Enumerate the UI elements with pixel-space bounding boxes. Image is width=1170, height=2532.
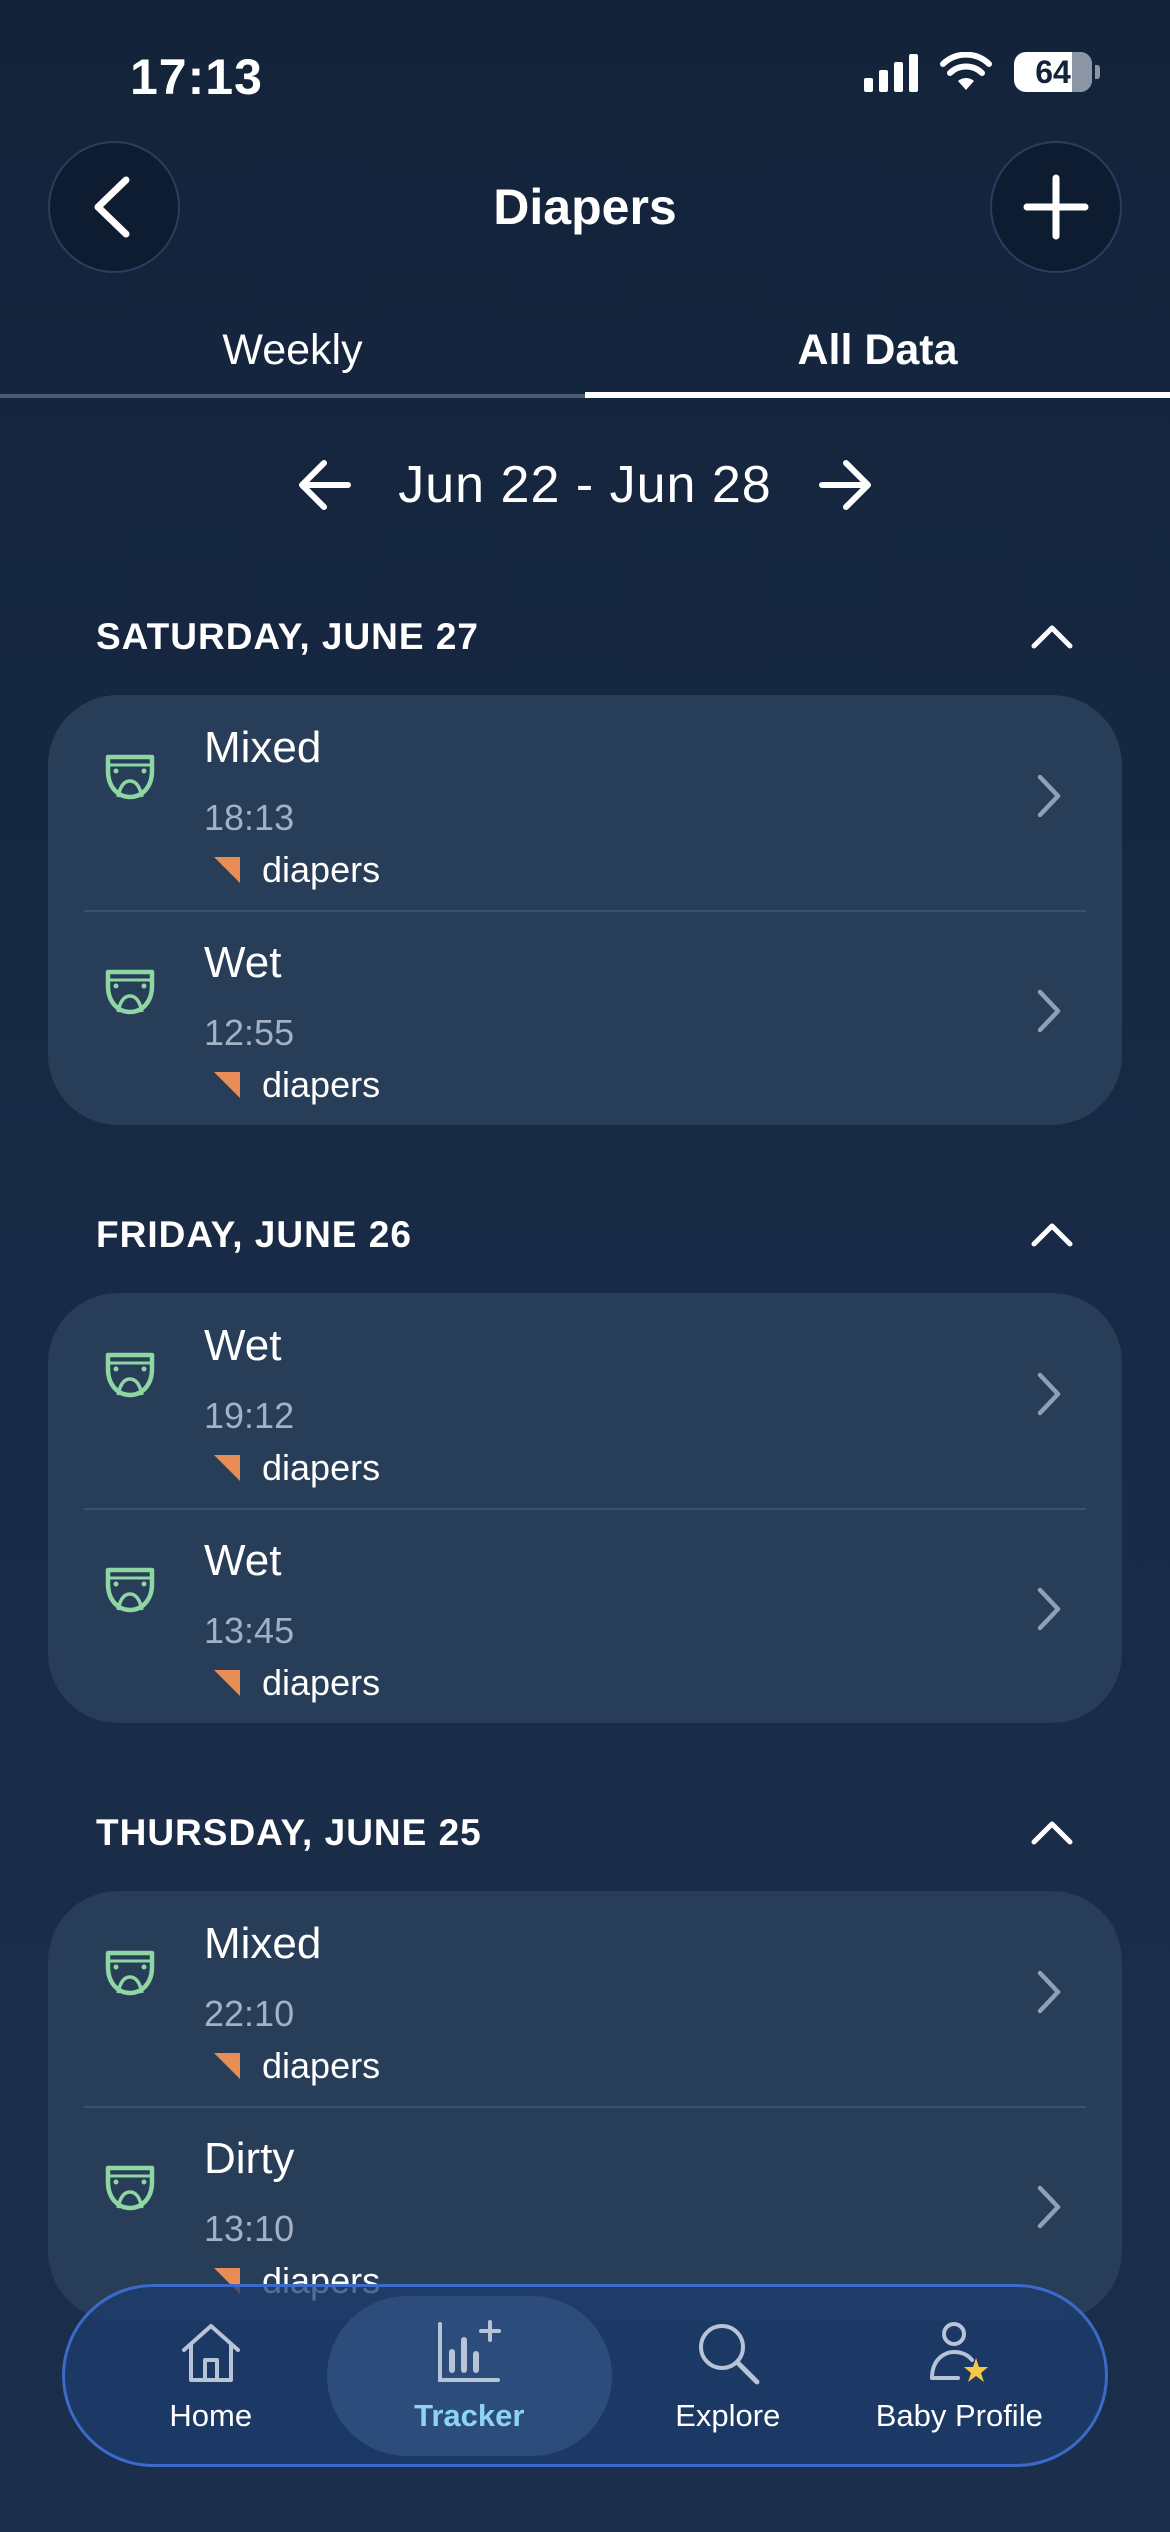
day-header[interactable]: THURSDAY, JUNE 25 — [48, 1793, 1122, 1873]
arrow-left-icon — [299, 460, 352, 510]
collapse-chevron-icon[interactable] — [1030, 622, 1074, 652]
diaper-entry-row[interactable]: Wet 19:12 diapers — [48, 1293, 1122, 1508]
diaper-entry-row[interactable]: Wet 13:45 diapers — [48, 1508, 1122, 1723]
nav-home-label: Home — [169, 2397, 253, 2433]
entry-tag: diapers — [212, 1447, 380, 1489]
nav-baby-profile-label: Baby Profile — [875, 2397, 1043, 2433]
tag-flag-icon — [214, 857, 240, 883]
entry-tag-label: diapers — [262, 1447, 381, 1488]
diaper-icon — [105, 969, 155, 1015]
nav-home[interactable]: Home — [95, 2296, 327, 2456]
arrow-right-icon — [818, 460, 871, 510]
diaper-icon — [105, 1950, 155, 1996]
chevron-right-icon — [1037, 1587, 1061, 1631]
previous-week-button[interactable] — [296, 457, 352, 513]
chevron-right-icon — [1037, 774, 1061, 818]
bottom-navigation: Home Tracker Explore Baby Profile — [62, 2284, 1108, 2467]
entry-tag-label: diapers — [262, 2045, 381, 2086]
entry-tag: diapers — [212, 849, 380, 891]
chevron-right-icon — [1037, 2185, 1061, 2229]
day-title: FRIDAY, JUNE 26 — [96, 1214, 412, 1255]
entry-time: 22:10 — [204, 1993, 295, 2034]
collapse-chevron-icon[interactable] — [1030, 1220, 1074, 1250]
status-time: 17:13 — [130, 49, 263, 105]
plus-icon — [1023, 174, 1089, 240]
entries-card: Wet 19:12 diapers Wet 13:45 diapers — [48, 1293, 1122, 1723]
add-button[interactable] — [990, 141, 1122, 273]
tab-all-data[interactable]: All Data — [585, 320, 1170, 398]
nav-explore-label: Explore — [675, 2397, 781, 2433]
week-navigator: Jun 22 - Jun 28 — [0, 455, 1170, 515]
tag-flag-icon — [214, 1670, 240, 1696]
entries-card: Mixed 22:10 diapers Dirty 13:10 diapers — [48, 1891, 1122, 2321]
entries-card: Mixed 18:13 diapers Wet 12:55 diapers — [48, 695, 1122, 1125]
entry-time: 18:13 — [204, 797, 295, 838]
chevron-right-icon — [1037, 989, 1061, 1033]
diaper-icon — [105, 1567, 155, 1613]
chevron-right-icon — [1037, 1372, 1061, 1416]
status-icons: 64 — [864, 52, 1100, 92]
battery-level: 64 — [1035, 53, 1071, 90]
screen: 17:13 64 Diapers Weekly All Data Jun 22 … — [0, 0, 1170, 2532]
entry-time: 13:45 — [204, 1610, 295, 1651]
day-section: FRIDAY, JUNE 26 Wet 19:12 diapers Wet 13:45 di… — [48, 1195, 1122, 1723]
tracker-icon — [438, 2319, 502, 2382]
day-title: SATURDAY, JUNE 27 — [96, 616, 480, 657]
diaper-icon — [105, 2165, 155, 2211]
tab-bar: Weekly All Data — [0, 320, 1170, 398]
day-section: SATURDAY, JUNE 27 Mixed 18:13 diapers Wet 12:… — [48, 597, 1122, 1125]
entry-type: Dirty — [204, 2134, 295, 2183]
entry-tag-label: diapers — [262, 1662, 381, 1703]
day-header[interactable]: FRIDAY, JUNE 26 — [48, 1195, 1122, 1275]
day-header[interactable]: SATURDAY, JUNE 27 — [48, 597, 1122, 677]
entry-tag: diapers — [212, 1064, 380, 1106]
chevron-right-icon — [1037, 1970, 1061, 2014]
next-week-button[interactable] — [818, 457, 874, 513]
nav-tracker-label: Tracker — [414, 2397, 525, 2433]
tag-flag-icon — [214, 2053, 240, 2079]
week-range-label: Jun 22 - Jun 28 — [398, 456, 772, 514]
entry-time: 19:12 — [204, 1395, 295, 1436]
home-icon — [181, 2323, 240, 2382]
diaper-icon — [105, 754, 155, 800]
nav-baby-profile[interactable]: Baby Profile — [844, 2296, 1076, 2456]
entry-type: Wet — [204, 1321, 282, 1370]
entry-tag: diapers — [212, 1662, 380, 1704]
entry-type: Mixed — [204, 723, 322, 772]
entry-tag-label: diapers — [262, 849, 381, 890]
nav-tracker[interactable]: Tracker — [326, 2295, 613, 2456]
entry-tag: diapers — [212, 2045, 380, 2087]
collapse-chevron-icon[interactable] — [1030, 1818, 1074, 1848]
entry-type: Wet — [204, 938, 282, 987]
tag-flag-icon — [214, 1072, 240, 1098]
wifi-icon — [940, 52, 992, 90]
diaper-entry-row[interactable]: Mixed 18:13 diapers — [48, 695, 1122, 910]
baby-profile-icon — [930, 2321, 989, 2382]
entry-type: Mixed — [204, 1919, 322, 1968]
tab-weekly[interactable]: Weekly — [0, 320, 585, 398]
entry-time: 12:55 — [204, 1012, 295, 1053]
entry-type: Wet — [204, 1536, 282, 1585]
search-icon — [698, 2323, 760, 2384]
tag-flag-icon — [214, 1455, 240, 1481]
entry-tag-label: diapers — [262, 1064, 381, 1105]
entry-time: 13:10 — [204, 2208, 295, 2249]
day-title: THURSDAY, JUNE 25 — [96, 1812, 482, 1853]
battery-icon: 64 — [1014, 52, 1100, 92]
nav-explore[interactable]: Explore — [612, 2296, 844, 2456]
diaper-entry-row[interactable]: Wet 12:55 diapers — [48, 910, 1122, 1125]
diaper-entry-row[interactable]: Mixed 22:10 diapers — [48, 1891, 1122, 2106]
diaper-icon — [105, 1352, 155, 1398]
day-section: THURSDAY, JUNE 25 Mixed 22:10 diapers Dirty 1… — [48, 1793, 1122, 2321]
cellular-signal-icon — [864, 52, 918, 92]
